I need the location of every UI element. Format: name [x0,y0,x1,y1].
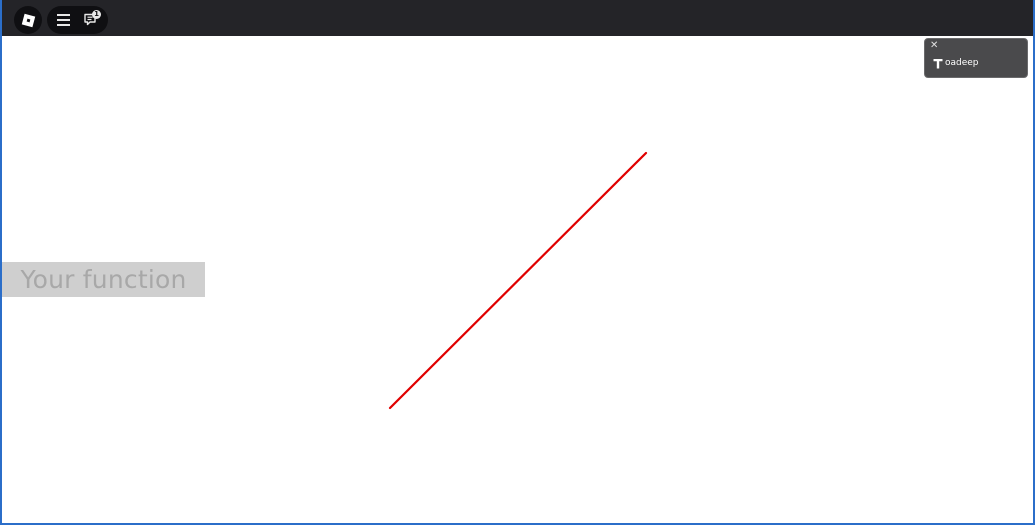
player-username: oadeep [945,58,979,68]
top-bar: 1 [2,0,1033,36]
t-letter-icon [933,59,943,69]
app-window: 1 Your function ✕ oadeep [0,0,1035,525]
roblox-menu-button[interactable] [14,6,42,34]
close-icon[interactable]: ✕ [930,40,938,52]
topbar-controls: 1 [47,6,108,34]
roblox-logo-icon [21,13,35,27]
function-line [388,151,648,410]
hamburger-menu-icon[interactable] [57,14,70,26]
function-label: Your function [2,262,205,297]
chat-badge: 1 [92,10,101,19]
player-notification: ✕ oadeep [924,38,1028,78]
